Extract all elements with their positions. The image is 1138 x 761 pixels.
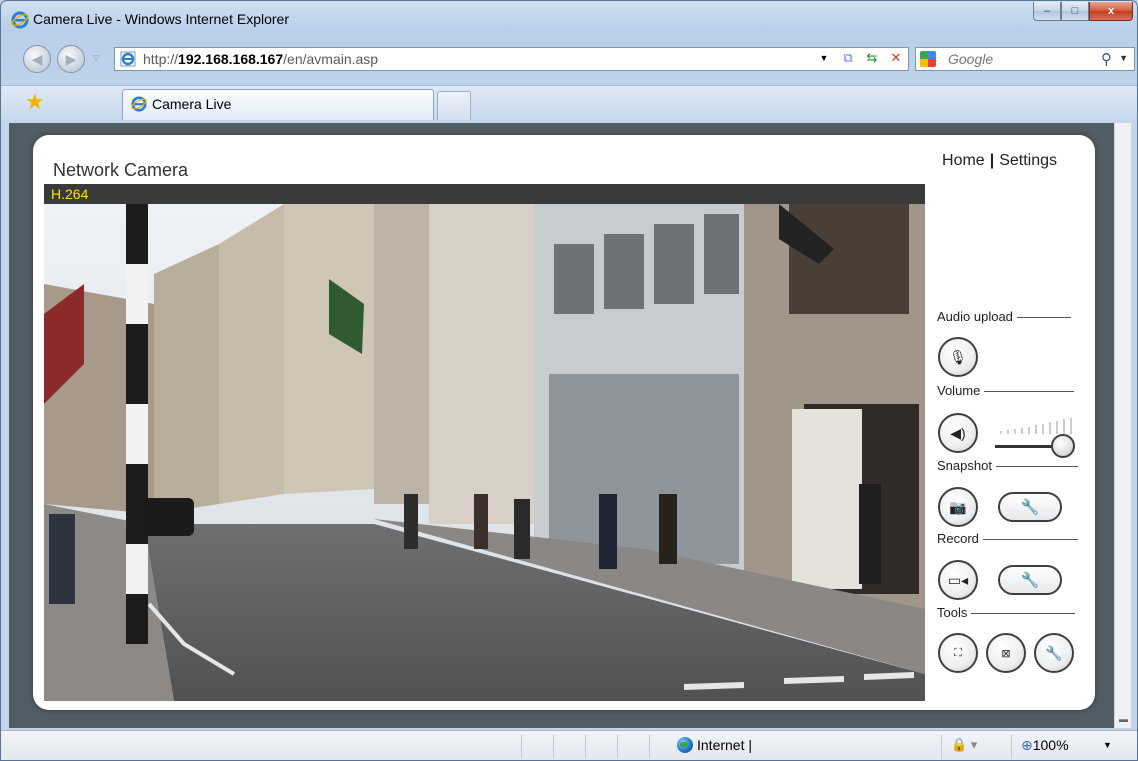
volume-level-ticks <box>1000 418 1072 434</box>
camera-panel: Network Camera Home | Settings H.264 Aud… <box>33 135 1095 710</box>
new-tab-button[interactable] <box>437 91 471 120</box>
address-dropdown-icon[interactable]: ▼ <box>816 53 832 63</box>
audio-upload-section: Audio upload <box>937 309 1089 324</box>
tools-settings-button[interactable]: 🔧 <box>1034 633 1074 673</box>
refresh-icon[interactable]: ⇆ <box>864 50 880 66</box>
tab-camera-live[interactable]: Camera Live <box>122 89 434 120</box>
record-settings-button[interactable]: 🔧 <box>998 565 1062 595</box>
close-button[interactable]: x <box>1089 2 1133 21</box>
globe-icon <box>677 737 693 753</box>
vertical-scrollbar[interactable]: ▬ <box>1114 123 1131 728</box>
ie-icon <box>11 11 29 29</box>
video-stream[interactable]: H.264 <box>44 184 925 701</box>
window-controls: – □ x <box>1033 2 1133 21</box>
snapshot-settings-button[interactable]: 🔧 <box>998 492 1062 522</box>
wrench-icon: 🔧 <box>1045 644 1063 661</box>
stream-info-bar: H.264 <box>44 184 925 204</box>
tab-label: Camera Live <box>152 96 232 112</box>
wrench-icon: 🔧 <box>1020 499 1040 516</box>
scroll-down-icon[interactable]: ▬ <box>1119 714 1128 724</box>
record-section: Record <box>937 531 1089 546</box>
link-separator: | <box>989 152 995 169</box>
home-link[interactable]: Home <box>942 152 985 169</box>
video-camera-icon: ▭◂ <box>947 571 969 588</box>
magnifier-icon: ⊕ <box>1021 737 1033 753</box>
favorites-star-icon[interactable]: ★ <box>25 90 45 114</box>
snapshot-button[interactable]: 📷 <box>938 487 978 527</box>
top-nav-links: Home | Settings <box>942 152 1057 170</box>
zoom-dropdown-icon[interactable]: ▼ <box>1103 740 1112 750</box>
zoom-level[interactable]: ⊕100% <box>1021 737 1069 754</box>
window-title: Camera Live - Windows Internet Explorer <box>33 11 289 27</box>
live-video-image <box>44 204 925 701</box>
speaker-icon: ◀) <box>950 424 966 441</box>
browser-window: Camera Live - Windows Internet Explorer … <box>0 0 1138 761</box>
snapshot-section: Snapshot <box>937 458 1089 473</box>
volume-slider-knob[interactable] <box>1051 434 1075 458</box>
actual-size-button[interactable]: ⊠ <box>986 633 1026 673</box>
microphone-icon: 🎙 <box>949 348 967 365</box>
actual-size-icon: ⊠ <box>1001 647 1011 660</box>
title-bar: Camera Live - Windows Internet Explorer … <box>1 1 1137 37</box>
tools-section: Tools <box>937 605 1089 620</box>
page-icon <box>120 51 136 67</box>
search-icon[interactable]: ⚲ <box>1101 50 1112 68</box>
compat-view-icon[interactable]: ⧉ <box>840 50 856 66</box>
tab-bar: ★ Camera Live <box>1 85 1137 120</box>
camera-icon: 📷 <box>949 498 967 515</box>
back-button[interactable]: ◀ <box>23 45 51 73</box>
settings-link[interactable]: Settings <box>999 152 1057 169</box>
wrench-icon: 🔧 <box>1020 572 1040 589</box>
audio-upload-label: Audio upload <box>937 309 1089 324</box>
minimize-button[interactable]: – <box>1033 2 1061 21</box>
security-zone[interactable]: Internet | <box>677 737 752 753</box>
address-tools: ▼ ⧉ ⇆ ✕ <box>816 50 904 66</box>
volume-section: Volume <box>937 383 1089 398</box>
history-dropdown-icon[interactable]: ▽ <box>93 53 99 62</box>
url-text[interactable]: http://192.168.168.167/en/avmain.asp <box>143 51 378 67</box>
codec-label: H.264 <box>51 186 89 202</box>
fullscreen-icon: ⛶ <box>954 646 962 659</box>
search-box[interactable]: Google ⚲ ▼ <box>915 47 1135 71</box>
page-title: Network Camera <box>53 160 189 180</box>
microphone-button[interactable]: 🎙 <box>938 337 978 377</box>
tools-label: Tools <box>937 605 1089 620</box>
maximize-button[interactable]: □ <box>1061 2 1089 21</box>
protected-mode-icon[interactable]: 🔒 ▾ <box>951 737 977 753</box>
speaker-button[interactable]: ◀) <box>938 413 978 453</box>
record-label: Record <box>937 531 1089 546</box>
forward-button[interactable]: ▶ <box>57 45 85 73</box>
fullscreen-button[interactable]: ⛶ <box>938 633 978 673</box>
search-placeholder: Google <box>948 51 994 67</box>
volume-label: Volume <box>937 383 1089 398</box>
page-viewport: Network Camera Home | Settings H.264 Aud… <box>9 123 1131 728</box>
address-bar[interactable]: http://192.168.168.167/en/avmain.asp ▼ ⧉… <box>114 47 909 71</box>
snapshot-label: Snapshot <box>937 458 1089 473</box>
navigation-bar: ◀ ▶ ▽ http://192.168.168.167/en/avmain.a… <box>1 41 1137 79</box>
record-button[interactable]: ▭◂ <box>938 560 978 600</box>
forward-arrow-icon: ▶ <box>65 50 77 67</box>
status-bar: Internet | 🔒 ▾ ⊕100% ▼ <box>1 730 1137 760</box>
google-icon <box>920 51 936 67</box>
back-arrow-icon: ◀ <box>31 50 43 67</box>
search-dropdown-icon[interactable]: ▼ <box>1119 53 1128 63</box>
ie-icon <box>131 96 147 112</box>
stop-icon[interactable]: ✕ <box>888 50 904 66</box>
